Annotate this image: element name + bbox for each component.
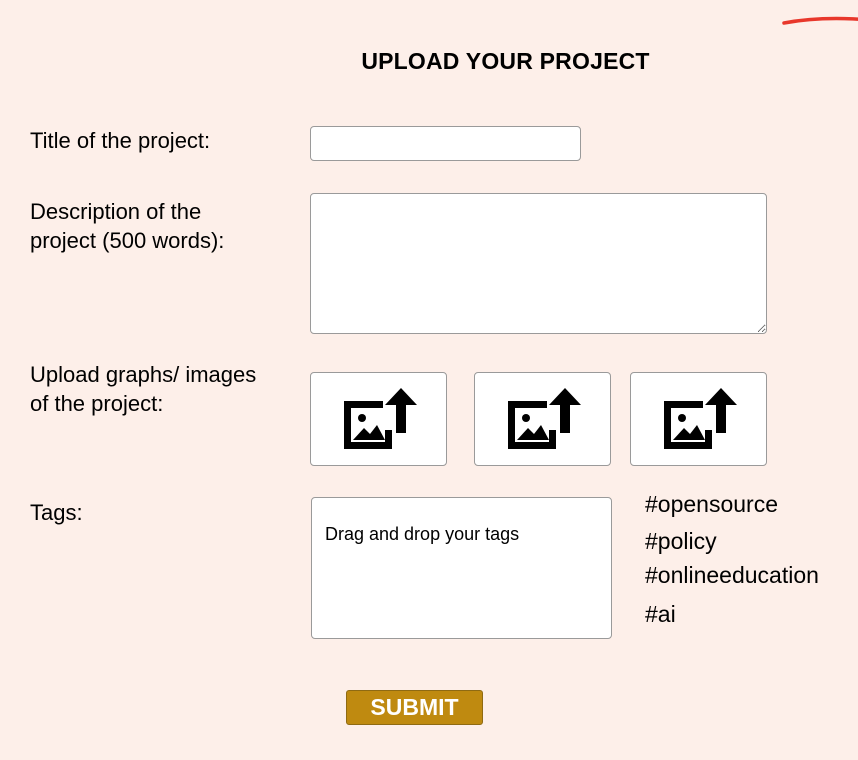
tags-placeholder: Drag and drop your tags xyxy=(325,524,520,544)
upload-label-line2: of the project: xyxy=(30,391,164,416)
upload-label-line1: Upload graphs/ images xyxy=(30,362,257,387)
tags-label: Tags: xyxy=(30,500,83,525)
image-upload-slot-1[interactable] xyxy=(310,372,447,466)
tag-onlineeducation[interactable]: #onlineeducation xyxy=(645,561,819,589)
tags-drop-zone[interactable]: Drag and drop your tags xyxy=(311,497,612,639)
image-upload-slot-3[interactable] xyxy=(630,372,767,466)
project-title-input[interactable] xyxy=(310,126,581,161)
corner-mark xyxy=(782,16,858,25)
image-upload-icon xyxy=(507,388,581,449)
tag-opensource[interactable]: #opensource xyxy=(645,490,778,518)
submit-button[interactable]: SUBMIT xyxy=(346,690,483,725)
image-upload-icon xyxy=(343,388,417,449)
page-title: UPLOAD YOUR PROJECT xyxy=(361,48,650,74)
tag-policy[interactable]: #policy xyxy=(645,527,717,555)
description-label: Description of the project (500 words): xyxy=(30,197,224,255)
image-upload-icon xyxy=(663,388,737,449)
title-label: Title of the project: xyxy=(30,128,211,153)
description-label-line1: Description of the xyxy=(30,199,202,224)
tag-ai[interactable]: #ai xyxy=(645,600,676,628)
description-label-line2: project (500 words): xyxy=(30,228,225,253)
image-upload-slot-2[interactable] xyxy=(474,372,611,466)
upload-label: Upload graphs/ images of the project: xyxy=(30,360,256,418)
project-description-textarea[interactable] xyxy=(310,193,767,334)
